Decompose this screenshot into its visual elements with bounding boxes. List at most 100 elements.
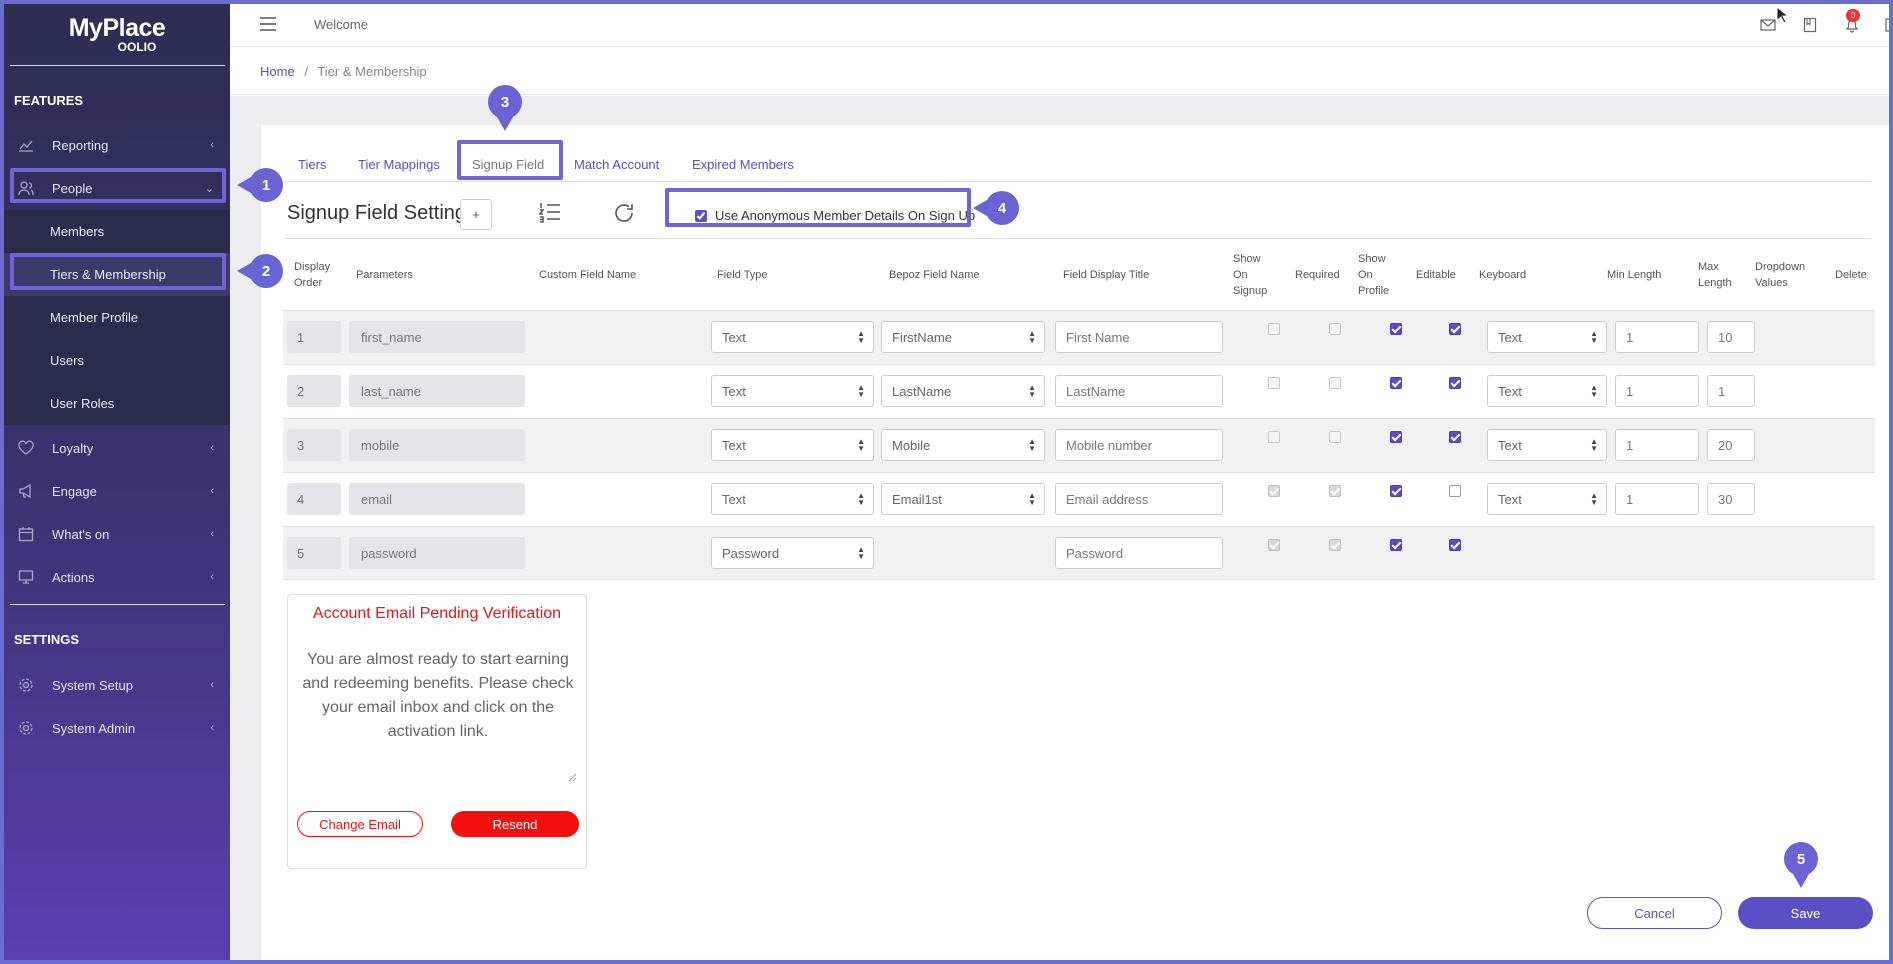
sidebar-item-people[interactable]: People ⌄ [10, 168, 226, 208]
logout-icon[interactable] [1884, 17, 1889, 33]
field-type-select[interactable]: Text ▲ ▼ [711, 375, 874, 407]
editable-checkbox[interactable] [1449, 539, 1461, 551]
change-email-button[interactable]: Change Email [297, 811, 423, 837]
sidebar-item-whats-on[interactable]: What's on ‹ [10, 514, 226, 554]
keyboard-select[interactable]: Text ▲ ▼ [1487, 321, 1607, 353]
resend-button[interactable]: Resend [451, 811, 579, 837]
display-title-input[interactable]: Email address [1055, 483, 1223, 515]
chevron-left-icon: ‹ [210, 485, 214, 497]
max-length-input[interactable]: 20 [1707, 429, 1755, 461]
field-type-select[interactable]: Text ▲ ▼ [711, 321, 874, 353]
keyboard-select[interactable]: Text ▲ ▼ [1487, 375, 1607, 407]
field-type-select[interactable]: Text ▲ ▼ [711, 429, 874, 461]
col-min-length: Min Length [1607, 269, 1662, 281]
min-length-input[interactable]: 1 [1615, 429, 1699, 461]
mouse-cursor-icon [1776, 6, 1788, 24]
notification-badge: 0 [1846, 9, 1860, 22]
keyboard-select[interactable]: Text ▲ ▼ [1487, 429, 1607, 461]
email-verification-preview: Account Email Pending Verification You a… [287, 594, 587, 869]
show-on-profile-checkbox[interactable] [1390, 377, 1402, 389]
save-button[interactable]: Save [1738, 897, 1873, 929]
preview-title: Account Email Pending Verification [312, 605, 562, 622]
top-bar: Welcome [230, 4, 1889, 47]
col-max-length: Max Length [1698, 261, 1732, 289]
min-length-input[interactable]: 1 [1615, 483, 1699, 515]
sidebar-subitem-user-roles[interactable]: User Roles [4, 382, 230, 425]
select-arrows-icon: ▲ ▼ [1028, 491, 1036, 507]
breadcrumb-home[interactable]: Home [260, 64, 295, 79]
book-icon[interactable] [1802, 17, 1818, 33]
required-checkbox [1329, 323, 1341, 335]
welcome-text: Welcome [314, 17, 368, 32]
app-window: MyPlace OOLIO FEATURES Reporting ‹ Peopl… [4, 4, 1889, 960]
resize-handle-icon[interactable] [568, 773, 577, 782]
settings-title: SETTINGS [14, 632, 80, 647]
sidebar-item-engage[interactable]: Engage ‹ [10, 471, 226, 511]
show-on-profile-checkbox[interactable] [1390, 323, 1402, 335]
anonymous-signup-checkbox[interactable] [695, 209, 707, 222]
min-length-input[interactable]: 1 [1615, 321, 1699, 353]
select-arrows-icon: ▲ ▼ [857, 383, 865, 399]
show-on-profile-checkbox[interactable] [1390, 431, 1402, 443]
list-order-icon[interactable] [538, 200, 562, 224]
bepoz-field-select[interactable]: Mobile ▲ ▼ [881, 429, 1045, 461]
sidebar-item-label: Actions [52, 569, 95, 585]
display-title-input[interactable]: Mobile number [1055, 429, 1223, 461]
min-length-input[interactable]: 1 [1615, 375, 1699, 407]
editable-checkbox[interactable] [1449, 323, 1461, 335]
sidebar-subitem-member-profile[interactable]: Member Profile [4, 296, 230, 339]
preview-body[interactable]: You are almost ready to start earning an… [302, 648, 574, 774]
sidebar-subitem-users[interactable]: Users [4, 339, 230, 382]
col-display-order: Display Order [294, 261, 331, 289]
breadcrumb: Home / Tier & Membership [260, 64, 427, 79]
tab-expired-members[interactable]: Expired Members [692, 157, 794, 172]
display-title-input[interactable]: Password [1055, 537, 1223, 569]
sidebar-item-system-admin[interactable]: System Admin ‹ [10, 708, 226, 748]
sidebar-item-loyalty[interactable]: Loyalty ‹ [10, 428, 226, 468]
max-length-input[interactable]: 10 [1707, 321, 1755, 353]
editable-checkbox[interactable] [1449, 485, 1461, 497]
display-order-field[interactable]: 5 [287, 537, 341, 569]
hamburger-menu-icon[interactable] [260, 17, 276, 31]
show-on-profile-checkbox[interactable] [1390, 539, 1402, 551]
display-title-input[interactable]: LastName [1055, 375, 1223, 407]
display-order-field[interactable]: 3 [287, 429, 341, 461]
field-type-select[interactable]: Password ▲ ▼ [711, 537, 874, 569]
display-title-input[interactable]: First Name [1055, 321, 1223, 353]
field-type-select[interactable]: Text ▲ ▼ [711, 483, 874, 515]
sidebar-item-actions[interactable]: Actions ‹ [10, 557, 226, 597]
sidebar-subitem-members[interactable]: Members [4, 210, 230, 253]
required-checkbox [1329, 431, 1341, 443]
tab-signup-field[interactable]: Signup Field [472, 157, 544, 172]
anonymous-signup-option[interactable]: Use Anonymous Member Details On Sign Up [679, 198, 979, 233]
refresh-icon[interactable] [612, 201, 636, 225]
display-order-field[interactable]: 4 [287, 483, 341, 515]
keyboard-select[interactable]: Text ▲ ▼ [1487, 483, 1607, 515]
cancel-button[interactable]: Cancel [1587, 897, 1722, 929]
display-order-field[interactable]: 2 [287, 375, 341, 407]
editable-checkbox[interactable] [1449, 377, 1461, 389]
table-row: 4 email Text ▲ ▼ Email1st ▲ ▼ Email address … [283, 472, 1875, 526]
sidebar-subitem-tiers-membership[interactable]: Tiers & Membership [4, 253, 230, 296]
max-length-input[interactable]: 30 [1707, 483, 1755, 515]
display-order-field[interactable]: 1 [287, 321, 341, 353]
add-field-button[interactable]: + [460, 199, 492, 230]
gear-icon [18, 720, 34, 736]
monitor-icon [18, 569, 34, 585]
logo-main: MyPlace [68, 14, 166, 42]
mail-icon[interactable] [1760, 17, 1776, 33]
editable-checkbox[interactable] [1449, 431, 1461, 443]
bepoz-field-select[interactable]: FirstName ▲ ▼ [881, 321, 1045, 353]
table-row: 1 first_name Text ▲ ▼ FirstName ▲ ▼ First Na… [283, 310, 1875, 364]
show-on-profile-checkbox[interactable] [1390, 485, 1402, 497]
sidebar-item-reporting[interactable]: Reporting ‹ [10, 125, 226, 165]
col-parameters: Parameters [356, 269, 413, 281]
logo: MyPlace OOLIO [4, 4, 230, 64]
tab-tiers[interactable]: Tiers [298, 157, 326, 172]
tab-tier-mappings[interactable]: Tier Mappings [358, 157, 440, 172]
bepoz-field-select[interactable]: LastName ▲ ▼ [881, 375, 1045, 407]
sidebar-item-system-setup[interactable]: System Setup ‹ [10, 665, 226, 705]
tab-match-account[interactable]: Match Account [574, 157, 659, 172]
max-length-input[interactable]: 1 [1707, 375, 1755, 407]
bepoz-field-select[interactable]: Email1st ▲ ▼ [881, 483, 1045, 515]
